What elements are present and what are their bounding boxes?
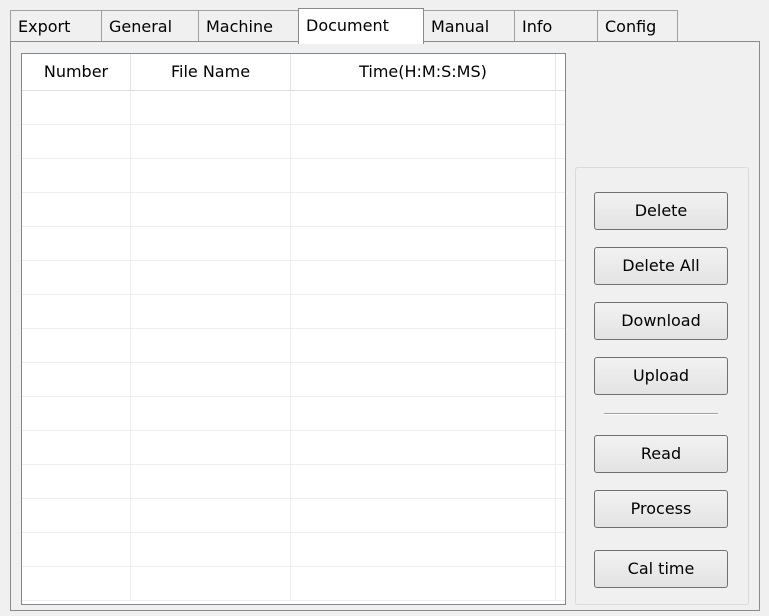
empty-list-cell — [131, 397, 291, 431]
file-list-header: Number File Name Time(H:M:S:MS) — [22, 54, 565, 91]
empty-list-cell — [291, 261, 556, 295]
empty-list-cell — [291, 91, 556, 125]
empty-list-cell — [291, 193, 556, 227]
empty-list-row — [22, 363, 565, 397]
upload-button[interactable]: Upload — [594, 357, 728, 395]
empty-list-cell — [131, 533, 291, 567]
tab-info[interactable]: Info — [514, 10, 598, 42]
empty-list-cell — [22, 227, 131, 261]
empty-list-row — [22, 193, 565, 227]
document-tab-panel: Number File Name Time(H:M:S:MS) Delete D… — [10, 41, 760, 611]
tab-manual[interactable]: Manual — [423, 10, 515, 42]
empty-list-cell — [22, 261, 131, 295]
empty-list-cell — [22, 91, 131, 125]
file-list-body — [22, 91, 565, 601]
delete-all-button[interactable]: Delete All — [594, 247, 728, 285]
empty-list-row — [22, 159, 565, 193]
tab-strip: Export General Machine Document Manual I… — [10, 8, 760, 44]
empty-list-row — [22, 91, 565, 125]
empty-list-row — [22, 567, 565, 601]
tab-document[interactable]: Document — [298, 8, 424, 44]
column-header-file-name[interactable]: File Name — [131, 54, 291, 90]
empty-list-row — [22, 397, 565, 431]
empty-list-cell — [291, 295, 556, 329]
tab-export[interactable]: Export — [10, 10, 102, 42]
empty-list-cell — [22, 567, 131, 601]
tab-general[interactable]: General — [101, 10, 199, 42]
download-button[interactable]: Download — [594, 302, 728, 340]
empty-list-cell — [131, 261, 291, 295]
empty-list-cell — [131, 193, 291, 227]
empty-list-row — [22, 431, 565, 465]
empty-list-cell — [22, 363, 131, 397]
empty-list-cell — [22, 533, 131, 567]
empty-list-cell — [291, 397, 556, 431]
empty-list-cell — [131, 431, 291, 465]
empty-list-row — [22, 261, 565, 295]
empty-list-cell — [131, 227, 291, 261]
empty-list-row — [22, 125, 565, 159]
empty-list-cell — [22, 397, 131, 431]
empty-list-cell — [131, 91, 291, 125]
empty-list-row — [22, 465, 565, 499]
document-actions-group: Delete Delete All Download Upload Read P… — [575, 167, 749, 605]
empty-list-cell — [22, 193, 131, 227]
file-list[interactable]: Number File Name Time(H:M:S:MS) — [21, 53, 566, 605]
empty-list-cell — [131, 363, 291, 397]
empty-list-cell — [131, 329, 291, 363]
empty-list-cell — [131, 499, 291, 533]
empty-list-cell — [291, 499, 556, 533]
empty-list-cell — [291, 159, 556, 193]
empty-list-cell — [22, 499, 131, 533]
tab-config[interactable]: Config — [597, 10, 678, 42]
column-header-time[interactable]: Time(H:M:S:MS) — [291, 54, 556, 90]
empty-list-cell — [291, 363, 556, 397]
empty-list-cell — [291, 533, 556, 567]
empty-list-cell — [291, 465, 556, 499]
tab-machine[interactable]: Machine — [198, 10, 299, 42]
empty-list-row — [22, 295, 565, 329]
empty-list-cell — [22, 159, 131, 193]
empty-list-cell — [131, 465, 291, 499]
read-button[interactable]: Read — [594, 435, 728, 473]
empty-list-cell — [291, 567, 556, 601]
empty-list-cell — [291, 431, 556, 465]
empty-list-row — [22, 329, 565, 363]
delete-button[interactable]: Delete — [594, 192, 728, 230]
empty-list-row — [22, 533, 565, 567]
empty-list-cell — [22, 329, 131, 363]
empty-list-cell — [291, 329, 556, 363]
empty-list-cell — [131, 567, 291, 601]
empty-list-cell — [291, 125, 556, 159]
empty-list-row — [22, 227, 565, 261]
empty-list-cell — [131, 295, 291, 329]
empty-list-cell — [131, 125, 291, 159]
column-header-number[interactable]: Number — [22, 54, 131, 90]
empty-list-row — [22, 499, 565, 533]
empty-list-cell — [131, 159, 291, 193]
button-separator — [604, 413, 718, 415]
empty-list-cell — [22, 431, 131, 465]
empty-list-cell — [22, 125, 131, 159]
cal-time-button[interactable]: Cal time — [594, 550, 728, 588]
empty-list-cell — [291, 227, 556, 261]
process-button[interactable]: Process — [594, 490, 728, 528]
empty-list-cell — [22, 295, 131, 329]
empty-list-cell — [22, 465, 131, 499]
